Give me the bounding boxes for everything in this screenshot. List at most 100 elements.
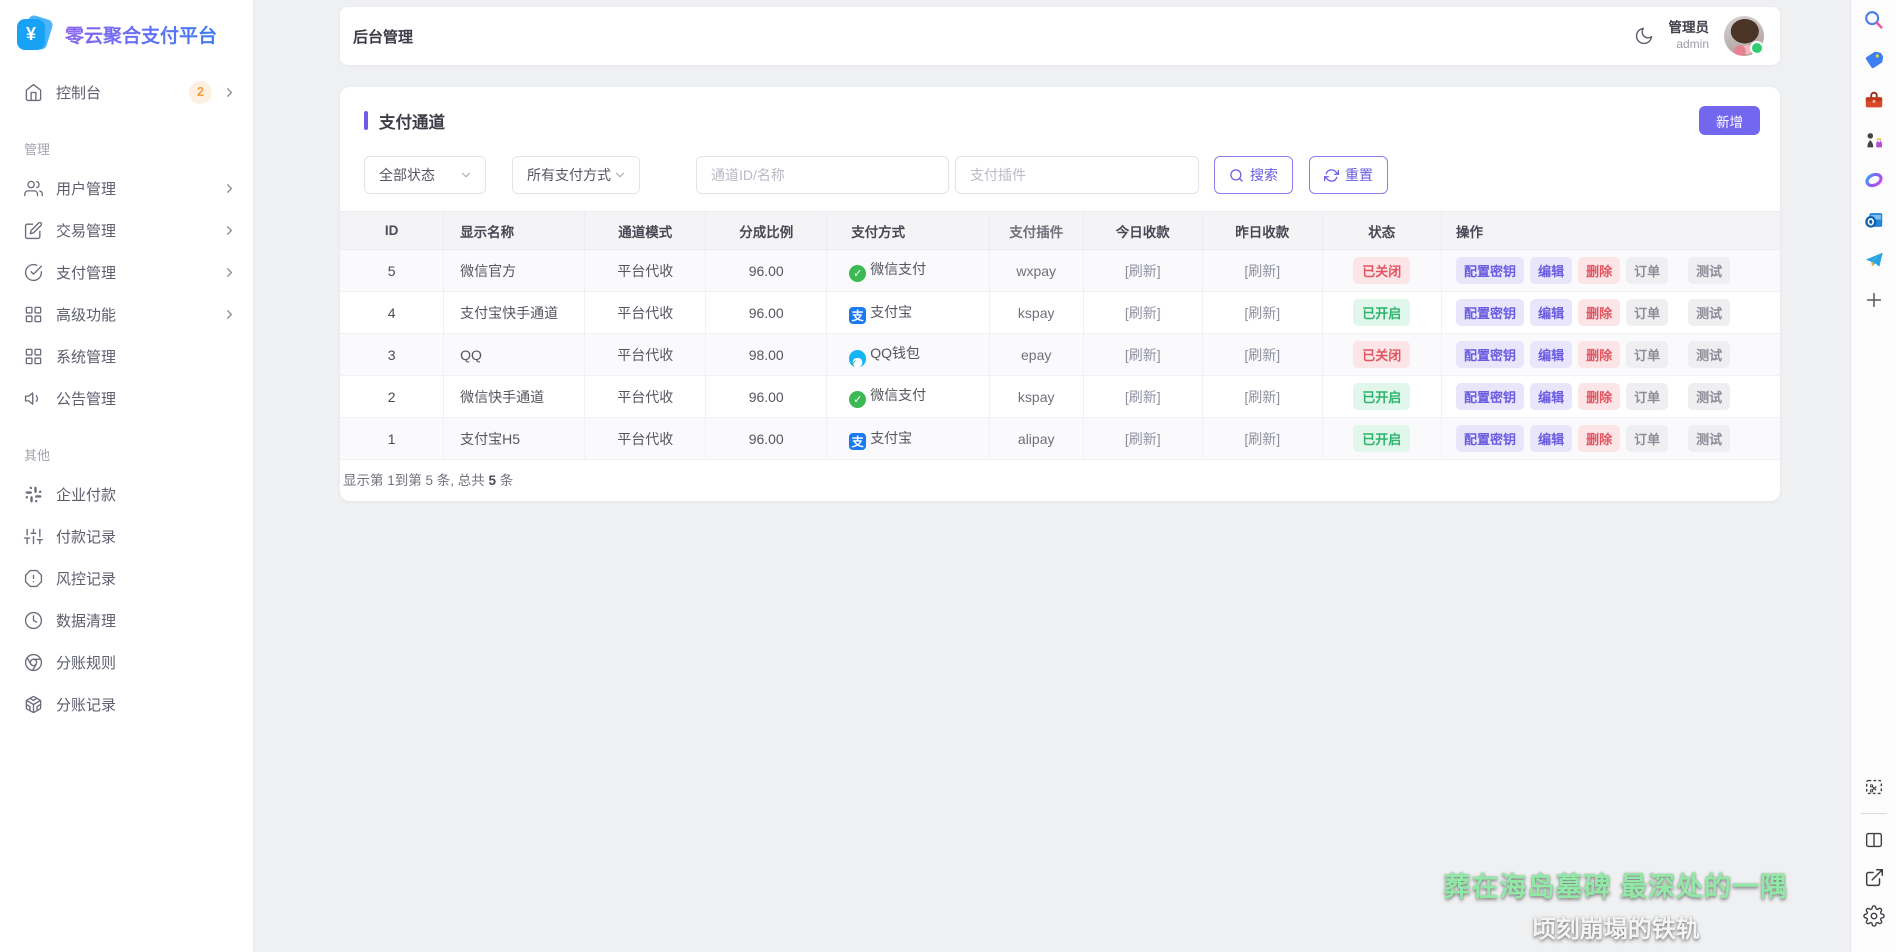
status-badge: 已关闭 (1353, 341, 1410, 368)
user-menu[interactable]: 管理员 admin (1669, 19, 1710, 52)
col-share-ratio: 分成比例 (706, 212, 827, 250)
subtitle-line-1: 葬在海岛墓碑 最深处的一隅 (1443, 865, 1788, 904)
refresh-yesterday-link[interactable]: [刷新] (1244, 389, 1280, 405)
cell-share-ratio: 96.00 (706, 292, 827, 334)
status-badge: 已开启 (1353, 299, 1410, 326)
extension-chess-icon[interactable] (1862, 128, 1886, 152)
method-select[interactable]: 所有支付方式 (512, 156, 640, 194)
search-button[interactable]: 搜索 (1214, 156, 1293, 194)
col-payment-method: 支付方式 (827, 212, 990, 250)
cell-share-ratio: 98.00 (706, 334, 827, 376)
open-external-icon[interactable] (1862, 866, 1886, 890)
sidebar-item-advanced-functions[interactable]: 高级功能 (0, 293, 253, 335)
plugin-input[interactable] (955, 156, 1199, 194)
col-yesterday-income: 昨日收款 (1203, 212, 1323, 250)
screenshot-icon[interactable] (1862, 775, 1886, 799)
edit-action[interactable]: 编辑 (1530, 425, 1572, 452)
add-extension-icon[interactable] (1862, 288, 1886, 312)
refresh-yesterday-link[interactable]: [刷新] (1244, 263, 1280, 279)
chevron-right-icon (222, 307, 237, 322)
avatar[interactable] (1724, 16, 1764, 56)
refresh-today-link[interactable]: [刷新] (1125, 347, 1161, 363)
test-action[interactable]: 测试 (1688, 425, 1730, 452)
sidebar-item-announcement-management[interactable]: 公告管理 (0, 377, 253, 419)
alipay-pay-icon (849, 307, 866, 324)
sidebar-item-data-cleanup[interactable]: 数据清理 (0, 599, 253, 641)
cell-id: 5 (340, 250, 444, 292)
refresh-yesterday-link[interactable]: [刷新] (1244, 431, 1280, 447)
edit-action[interactable]: 编辑 (1530, 299, 1572, 326)
settings-gear-icon[interactable] (1862, 904, 1886, 928)
dark-mode-toggle[interactable] (1634, 26, 1654, 46)
refresh-today-link[interactable]: [刷新] (1125, 305, 1161, 321)
chevron-right-icon (222, 265, 237, 280)
configure-key-action[interactable]: 配置密钥 (1456, 341, 1524, 368)
sidebar-item-split-rules[interactable]: 分账规则 (0, 641, 253, 683)
test-action[interactable]: 测试 (1688, 341, 1730, 368)
sidebar-item-payment-records[interactable]: 付款记录 (0, 515, 253, 557)
configure-key-action[interactable]: 配置密钥 (1456, 425, 1524, 452)
extension-copilot-icon[interactable] (1862, 168, 1886, 192)
sidebar-item-split-records[interactable]: 分账记录 (0, 683, 253, 725)
clock-icon (24, 611, 43, 630)
test-action[interactable]: 测试 (1688, 383, 1730, 410)
configure-key-action[interactable]: 配置密钥 (1456, 299, 1524, 326)
refresh-yesterday-link[interactable]: [刷新] (1244, 305, 1280, 321)
sidebar-item-enterprise-payment[interactable]: 企业付款 (0, 473, 253, 515)
sidebar-item-risk-records[interactable]: 风控记录 (0, 557, 253, 599)
sidebar-item-label: 付款记录 (56, 526, 237, 547)
cell-channel-mode: 平台代收 (585, 376, 706, 418)
cell-today-income: [刷新] (1083, 250, 1203, 292)
sidebar-item-console[interactable]: 控制台 2 (0, 71, 253, 113)
orders-action[interactable]: 订单 (1626, 383, 1668, 410)
delete-action[interactable]: 删除 (1578, 383, 1620, 410)
table-row: 4 支付宝快手通道 平台代收 96.00 支付宝 kspay [刷新] [刷新]… (340, 292, 1780, 334)
configure-key-action[interactable]: 配置密钥 (1456, 383, 1524, 410)
delete-action[interactable]: 删除 (1578, 341, 1620, 368)
topbar: 后台管理 管理员 admin (340, 7, 1780, 65)
channel-id-input[interactable] (696, 156, 949, 194)
refresh-yesterday-link[interactable]: [刷新] (1244, 347, 1280, 363)
extension-search-icon[interactable] (1862, 8, 1886, 32)
sidebar-item-label: 公告管理 (56, 388, 237, 409)
orders-action[interactable]: 订单 (1626, 425, 1668, 452)
cell-today-income: [刷新] (1083, 418, 1203, 460)
cell-actions: 配置密钥编辑删除订单测试 (1442, 250, 1780, 292)
status-select[interactable]: 全部状态 (364, 156, 486, 194)
slack-icon (24, 485, 43, 504)
orders-action[interactable]: 订单 (1626, 257, 1668, 284)
sidebar-item-system-management[interactable]: 系统管理 (0, 335, 253, 377)
split-view-icon[interactable] (1862, 828, 1886, 852)
configure-key-action[interactable]: 配置密钥 (1456, 257, 1524, 284)
orders-action[interactable]: 订单 (1626, 341, 1668, 368)
cell-channel-mode: 平台代收 (585, 334, 706, 376)
cell-id: 3 (340, 334, 444, 376)
extension-outlook-icon[interactable] (1862, 208, 1886, 232)
status-badge: 已开启 (1353, 383, 1410, 410)
sidebar-item-user-management[interactable]: 用户管理 (0, 167, 253, 209)
refresh-today-link[interactable]: [刷新] (1125, 389, 1161, 405)
extension-toolbox-icon[interactable] (1862, 88, 1886, 112)
extension-telegram-icon[interactable] (1862, 248, 1886, 272)
edit-action[interactable]: 编辑 (1530, 341, 1572, 368)
extension-tag-icon[interactable] (1862, 48, 1886, 72)
orders-action[interactable]: 订单 (1626, 299, 1668, 326)
reset-button[interactable]: 重置 (1309, 156, 1388, 194)
cell-share-ratio: 96.00 (706, 418, 827, 460)
test-action[interactable]: 测试 (1688, 257, 1730, 284)
delete-action[interactable]: 删除 (1578, 257, 1620, 284)
cell-payment-method: 支付宝 (827, 292, 990, 334)
add-button[interactable]: 新增 (1699, 106, 1760, 135)
cell-actions: 配置密钥编辑删除订单测试 (1442, 418, 1780, 460)
cell-id: 2 (340, 376, 444, 418)
refresh-today-link[interactable]: [刷新] (1125, 263, 1161, 279)
edit-action[interactable]: 编辑 (1530, 257, 1572, 284)
test-action[interactable]: 测试 (1688, 299, 1730, 326)
delete-action[interactable]: 删除 (1578, 299, 1620, 326)
sidebar-item-payment-management[interactable]: 支付管理 (0, 251, 253, 293)
sidebar-item-transaction-management[interactable]: 交易管理 (0, 209, 253, 251)
delete-action[interactable]: 删除 (1578, 425, 1620, 452)
edit-action[interactable]: 编辑 (1530, 383, 1572, 410)
logo[interactable]: ¥ 零云聚合支付平台 (0, 13, 253, 55)
refresh-today-link[interactable]: [刷新] (1125, 431, 1161, 447)
